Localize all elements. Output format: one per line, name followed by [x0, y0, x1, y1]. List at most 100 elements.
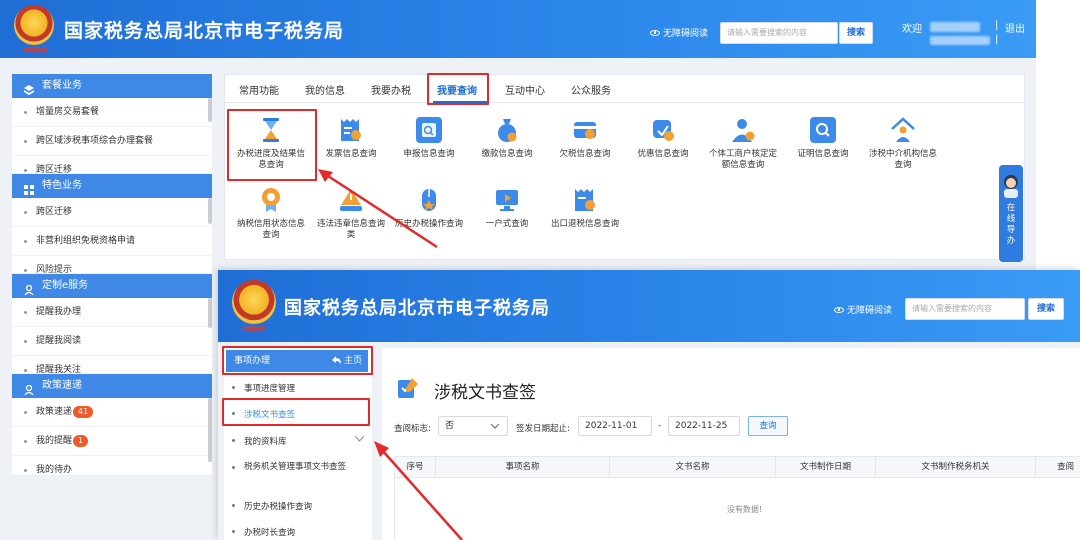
- company-redacted: [930, 36, 990, 45]
- accessibility-label: 无障碍阅读: [663, 29, 709, 39]
- count-badge: 41: [73, 405, 94, 418]
- read-flag-label: 查阅标志:: [394, 424, 431, 434]
- sidebar-item[interactable]: 跨区域涉税事项综合办理套餐: [12, 127, 212, 156]
- sidebar-item[interactable]: 提醒我办理: [12, 298, 212, 327]
- section-title: 特色业务: [42, 180, 82, 191]
- tab-interaction[interactable]: 互动中心: [505, 82, 545, 97]
- date-range-label: 签发日期起止:: [516, 424, 570, 434]
- tax-emblem-logo: 中国税务: [232, 280, 276, 333]
- sidebar-item[interactable]: 风险提示: [12, 256, 212, 274]
- func-preferential-query[interactable]: 优惠信息查询: [625, 117, 701, 160]
- menu-item-my-library[interactable]: 我的资料库: [232, 435, 287, 447]
- query-function-panel: 常用功能 我的信息 我要办税 我要查询 互动中心 公众服务 办税进度及结果信息查…: [224, 73, 1025, 260]
- column-header-index: 序号: [406, 462, 424, 472]
- sidebar-item[interactable]: 提醒我阅读: [12, 327, 212, 356]
- sidebar-scrollbar[interactable]: [208, 298, 212, 328]
- tab-my-info[interactable]: 我的信息: [305, 82, 345, 97]
- func-violation-query[interactable]: 违法违章信息查询类: [313, 187, 389, 241]
- sidebar-scrollbar[interactable]: [208, 398, 212, 462]
- sidebar-item-reminder[interactable]: 我的提醒 1: [12, 427, 212, 456]
- tab-file-tax[interactable]: 我要办税: [371, 82, 411, 97]
- person-icon: [730, 117, 756, 143]
- highlight-document-query: [222, 398, 370, 426]
- sidebar-item[interactable]: 跨区迁移: [12, 198, 212, 227]
- sidebar-item-label: 我的提醒: [36, 436, 73, 446]
- grid-icon: [24, 181, 34, 195]
- func-payment-query[interactable]: 缴款信息查询: [469, 117, 545, 160]
- func-declaration-query[interactable]: 申报信息查询: [391, 117, 467, 160]
- func-individual-quota-query[interactable]: 个体工商户核定定额信息查询: [705, 117, 781, 171]
- sidebar-item[interactable]: 我的待办: [12, 456, 212, 476]
- func-agency-query[interactable]: 涉税中介机构信息查询: [865, 117, 941, 171]
- logout-link[interactable]: 退出: [1005, 20, 1025, 35]
- mouse-icon: [416, 187, 442, 213]
- menu-item-duration-query[interactable]: 办税时长查询: [232, 526, 295, 538]
- invoice-icon: [338, 117, 364, 143]
- online-guide-label: 在线导办: [1006, 203, 1016, 246]
- sidebar-scrollbar[interactable]: [208, 98, 212, 122]
- sidebar-item-policy[interactable]: 政策速递 41: [12, 398, 212, 427]
- medal-icon: [258, 187, 284, 213]
- accessibility-reading-link[interactable]: 无障碍阅读: [650, 26, 708, 39]
- menu-item-history-operations[interactable]: 历史办税操作查询: [232, 500, 312, 512]
- highlight-active-tab: [427, 73, 489, 105]
- accessibility-label: 无障碍阅读: [847, 306, 893, 316]
- sidebar-section-featured[interactable]: 特色业务: [12, 174, 212, 198]
- func-certificate-query[interactable]: 证明信息查询: [785, 117, 861, 160]
- function-label: 发票信息查询: [325, 149, 377, 159]
- function-label: 优惠信息查询: [637, 149, 689, 159]
- eye-icon: [834, 306, 844, 313]
- function-label: 历史办税操作查询: [394, 219, 463, 229]
- tab-common[interactable]: 常用功能: [239, 82, 279, 97]
- sidebar-item[interactable]: 非营利组织免税资格申请: [12, 227, 212, 256]
- customer-service-icon: [1004, 175, 1018, 198]
- site-title: 国家税务总局北京市电子税务局: [284, 298, 550, 319]
- section-title: 套餐业务: [42, 80, 82, 91]
- func-export-refund-query[interactable]: 出口退税信息查询: [547, 187, 623, 230]
- sidebar-item[interactable]: 跨区迁移: [12, 156, 212, 174]
- date-end-input[interactable]: 2022-11-25: [668, 416, 740, 436]
- report-icon: [416, 117, 442, 143]
- header-divider: |: [995, 20, 999, 31]
- search-button[interactable]: 搜索: [1028, 298, 1064, 320]
- site-title: 国家税务总局北京市电子税务局: [64, 20, 345, 42]
- accessibility-reading-link[interactable]: 无障碍阅读: [834, 303, 892, 316]
- func-arrears-query[interactable]: 欠税信息查询: [547, 117, 623, 160]
- function-label: 涉税中介机构信息查询: [868, 149, 937, 170]
- sidebar-section-policy[interactable]: 政策速递: [12, 374, 212, 398]
- sidebar-section-custom-service[interactable]: 定制e服务: [12, 274, 212, 298]
- tab-public-service[interactable]: 公众服务: [571, 82, 611, 97]
- username-redacted: [930, 22, 980, 32]
- menu-item-progress[interactable]: 事项进度管理: [232, 382, 295, 394]
- tax-emblem-logo: 中国税务: [14, 5, 54, 54]
- read-flag-select[interactable]: 否: [438, 416, 508, 436]
- read-flag-value: 否: [445, 421, 455, 431]
- search-input[interactable]: 请输入需要搜索的内容: [720, 22, 838, 44]
- func-invoice-query[interactable]: 发票信息查询: [313, 117, 389, 160]
- menu-item-authority-docs[interactable]: 税务机关管理事项文书查签: [232, 462, 352, 473]
- main-content: 涉税文书查签 查阅标志: 否 签发日期起止: 2022-11-01 - 2022…: [382, 348, 1080, 540]
- user-icon: [24, 381, 34, 396]
- online-guide-float[interactable]: 在线导办: [999, 165, 1023, 262]
- sidebar-item[interactable]: 增量房交易套餐: [12, 98, 212, 127]
- func-history-operation-query[interactable]: 历史办税操作查询: [391, 187, 467, 230]
- agency-icon: [890, 117, 916, 143]
- function-label: 证明信息查询: [797, 149, 849, 159]
- sidebar-section-package[interactable]: 套餐业务: [12, 74, 212, 98]
- date-start-input[interactable]: 2022-11-01: [578, 416, 652, 436]
- func-one-household-query[interactable]: 一户式查询: [469, 187, 545, 230]
- chevron-down-icon[interactable]: [355, 436, 364, 442]
- sidebar-scrollbar[interactable]: [208, 198, 212, 224]
- certificate-icon: [810, 117, 836, 143]
- highlight-menu-head: [222, 346, 373, 375]
- search-button[interactable]: 搜索: [839, 22, 873, 44]
- sidebar-item-label: 政策速递: [36, 407, 73, 417]
- search-input[interactable]: 请输入需要搜索的内容: [905, 298, 1025, 320]
- function-label: 欠税信息查询: [559, 149, 611, 159]
- query-button[interactable]: 查询: [748, 416, 788, 436]
- sidebar-item[interactable]: 提醒我关注: [12, 356, 212, 374]
- eye-icon: [650, 29, 660, 36]
- func-credit-status-query[interactable]: 纳税信用状态信息查询: [233, 187, 309, 241]
- top-header: 中国税务 国家税务总局北京市电子税务局 无障碍阅读 请输入需要搜索的内容 搜索: [218, 270, 1080, 342]
- section-title: 政策速递: [42, 380, 82, 391]
